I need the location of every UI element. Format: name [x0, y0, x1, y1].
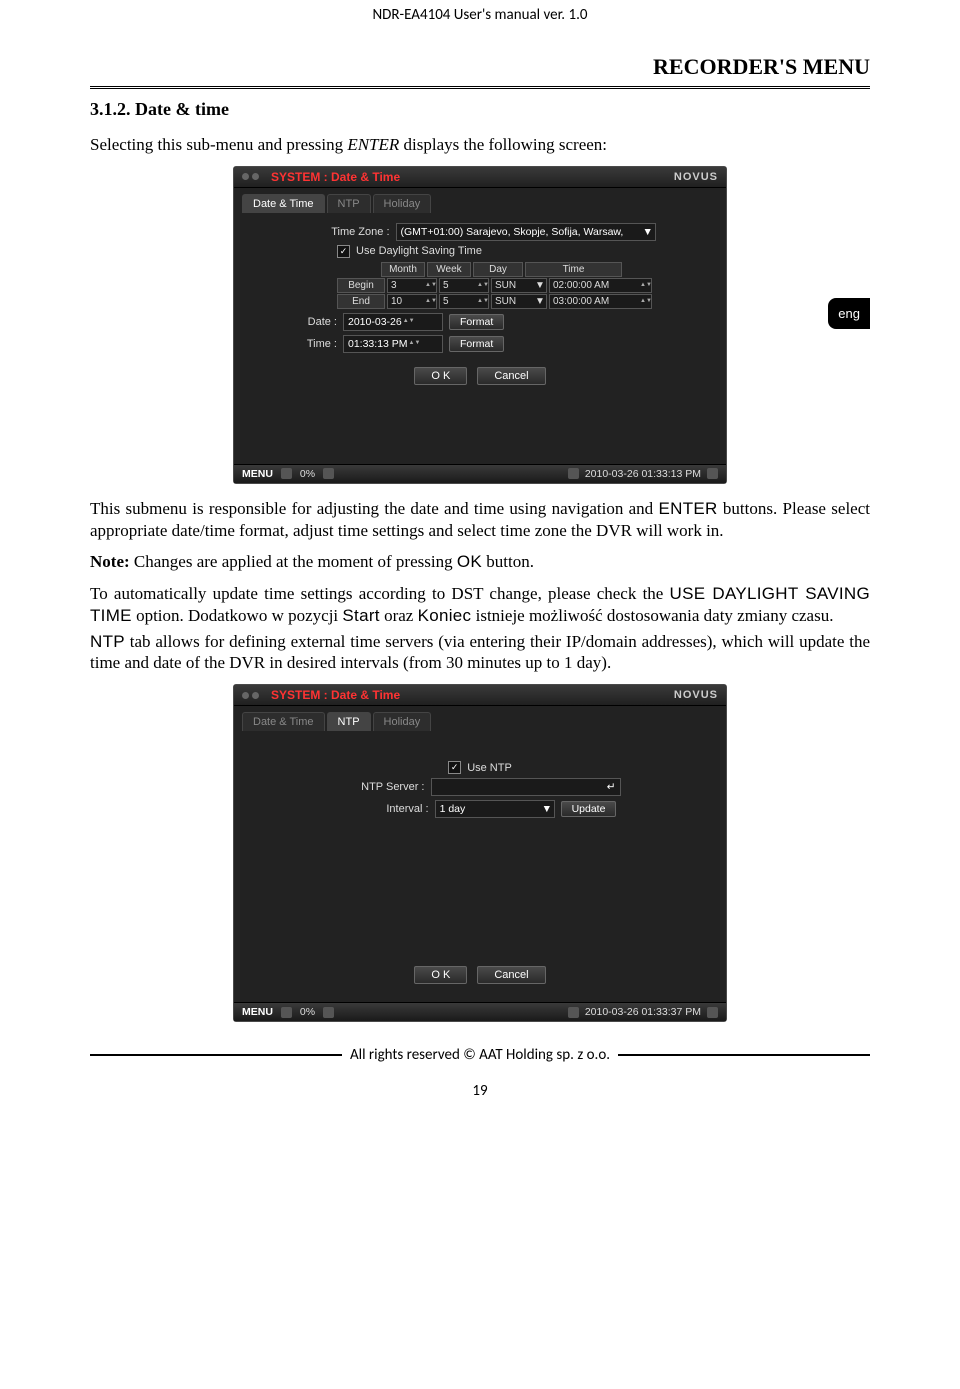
refresh-icon: [323, 1007, 334, 1018]
intro-text-a: Selecting this sub-menu and pressing: [90, 135, 347, 154]
status-percent: 0%: [300, 468, 315, 480]
status-icon: [568, 468, 579, 479]
tab2-ntp[interactable]: NTP: [327, 712, 371, 731]
doc-header: NDR-EA4104 User's manual ver. 1.0: [90, 0, 870, 28]
dst-end-month[interactable]: 10▲▼: [387, 294, 437, 309]
dst-begin-day[interactable]: SUN▼: [491, 278, 547, 293]
paragraph-1: This submenu is responsible for adjustin…: [90, 498, 870, 542]
dst-begin-time[interactable]: 02:00:00 AM▲▼: [549, 278, 652, 293]
dvr-brand: NOVUS: [674, 171, 718, 183]
status-timestamp: 2010-03-26 01:33:13 PM: [585, 468, 701, 480]
fullscreen-icon: [707, 1007, 718, 1018]
ntp-server-label: NTP Server :: [340, 781, 425, 793]
dst-col-month: Month: [381, 262, 425, 277]
note-paragraph: Note: Changes are applied at the moment …: [90, 551, 870, 573]
paragraph-3: NTP tab allows for defining external tim…: [90, 631, 870, 675]
time-label: Time :: [252, 338, 337, 350]
dst-checkbox-label: Use Daylight Saving Time: [356, 245, 482, 257]
intro-paragraph: Selecting this sub-menu and pressing ENT…: [90, 134, 870, 156]
fullscreen-icon: [707, 468, 718, 479]
ntp-checkbox[interactable]: ✓: [448, 761, 461, 774]
cancel-button-2[interactable]: Cancel: [477, 966, 545, 984]
dvr2-tabs: Date & Time NTP Holiday: [242, 712, 718, 731]
ntp-checkbox-label: Use NTP: [467, 762, 512, 774]
dvr-title: SYSTEM : Date & Time: [271, 170, 400, 184]
dst-begin-week[interactable]: 5▲▼: [439, 278, 489, 293]
timezone-label: Time Zone :: [305, 226, 390, 238]
dropdown-icon: ▼: [643, 226, 651, 238]
refresh-icon: [323, 468, 334, 479]
dst-col-time: Time: [525, 262, 622, 277]
dst-end-week[interactable]: 5▲▼: [439, 294, 489, 309]
timezone-dropdown[interactable]: (GMT+01:00) Sarajevo, Skopje, Sofija, Wa…: [396, 223, 656, 241]
timezone-value: (GMT+01:00) Sarajevo, Skopje, Sofija, Wa…: [401, 226, 624, 238]
dropdown-icon: ▼: [542, 803, 550, 815]
dvr-titlebar: SYSTEM : Date & Time NOVUS: [234, 167, 726, 188]
section-rule: [90, 86, 870, 89]
dvr2-titlebar: SYSTEM : Date & Time NOVUS: [234, 685, 726, 706]
disk-icon: [281, 468, 292, 479]
dst-col-week: Week: [427, 262, 471, 277]
dvr-statusbar: MENU 0% 2010-03-26 01:33:13 PM: [234, 464, 726, 483]
intro-text-b: displays the following screen:: [399, 135, 607, 154]
dvr2-brand: NOVUS: [674, 689, 718, 701]
cancel-button[interactable]: Cancel: [477, 367, 545, 385]
date-field[interactable]: 2010-03-26▲▼: [343, 313, 443, 331]
page-number: 19: [90, 1082, 870, 1100]
dst-end-time[interactable]: 03:00:00 AM▲▼: [549, 294, 652, 309]
time-format-button[interactable]: Format: [449, 336, 504, 352]
ntp-server-input[interactable]: ↵: [431, 778, 621, 796]
time-field[interactable]: 01:33:13 PM▲▼: [343, 335, 443, 353]
tab-holiday[interactable]: Holiday: [373, 194, 432, 213]
status-icon: [568, 1007, 579, 1018]
section-title: RECORDER'S MENU: [90, 28, 870, 86]
ok-button-2[interactable]: O K: [414, 966, 467, 984]
tab2-holiday[interactable]: Holiday: [373, 712, 432, 731]
ntp-interval-dropdown[interactable]: 1 day ▼: [435, 800, 555, 818]
tab-date-time[interactable]: Date & Time: [242, 194, 325, 213]
status2-timestamp: 2010-03-26 01:33:37 PM: [585, 1006, 701, 1018]
status2-percent: 0%: [300, 1006, 315, 1018]
paragraph-2: To automatically update time settings ac…: [90, 583, 870, 627]
dst-begin-label: Begin: [337, 278, 385, 293]
dst-begin-month[interactable]: 3▲▼: [387, 278, 437, 293]
dst-checkbox[interactable]: ✓: [337, 245, 350, 258]
ntp-update-button[interactable]: Update: [561, 801, 617, 817]
status-menu: MENU: [242, 468, 273, 480]
enter-icon: ↵: [607, 781, 616, 793]
tab-ntp[interactable]: NTP: [327, 194, 371, 213]
dvr-tabs: Date & Time NTP Holiday: [242, 194, 718, 213]
dst-table: Month Week Day Time Begin 3▲▼ 5▲▼ SUN▼ 0…: [337, 262, 718, 309]
ok-button[interactable]: O K: [414, 367, 467, 385]
page-footer: All rights reserved © AAT Holding sp. z …: [90, 1046, 870, 1064]
dst-end-day[interactable]: SUN▼: [491, 294, 547, 309]
dst-col-day: Day: [473, 262, 523, 277]
subsection-heading: 3.1.2. Date & time: [90, 99, 870, 120]
language-tab: eng: [828, 298, 870, 329]
ntp-interval-label: Interval :: [344, 803, 429, 815]
dvr-screenshot-ntp: SYSTEM : Date & Time NOVUS Date & Time N…: [233, 684, 727, 1022]
dst-end-label: End: [337, 294, 385, 309]
dvr-screenshot-date-time: SYSTEM : Date & Time NOVUS Date & Time N…: [233, 166, 727, 484]
date-format-button[interactable]: Format: [449, 314, 504, 330]
dvr2-title: SYSTEM : Date & Time: [271, 688, 400, 702]
date-label: Date :: [252, 316, 337, 328]
dvr2-statusbar: MENU 0% 2010-03-26 01:33:37 PM: [234, 1002, 726, 1021]
footer-text: All rights reserved © AAT Holding sp. z …: [350, 1046, 610, 1064]
tab2-date-time[interactable]: Date & Time: [242, 712, 325, 731]
status2-menu: MENU: [242, 1006, 273, 1018]
intro-enter: ENTER: [347, 135, 399, 154]
disk-icon: [281, 1007, 292, 1018]
